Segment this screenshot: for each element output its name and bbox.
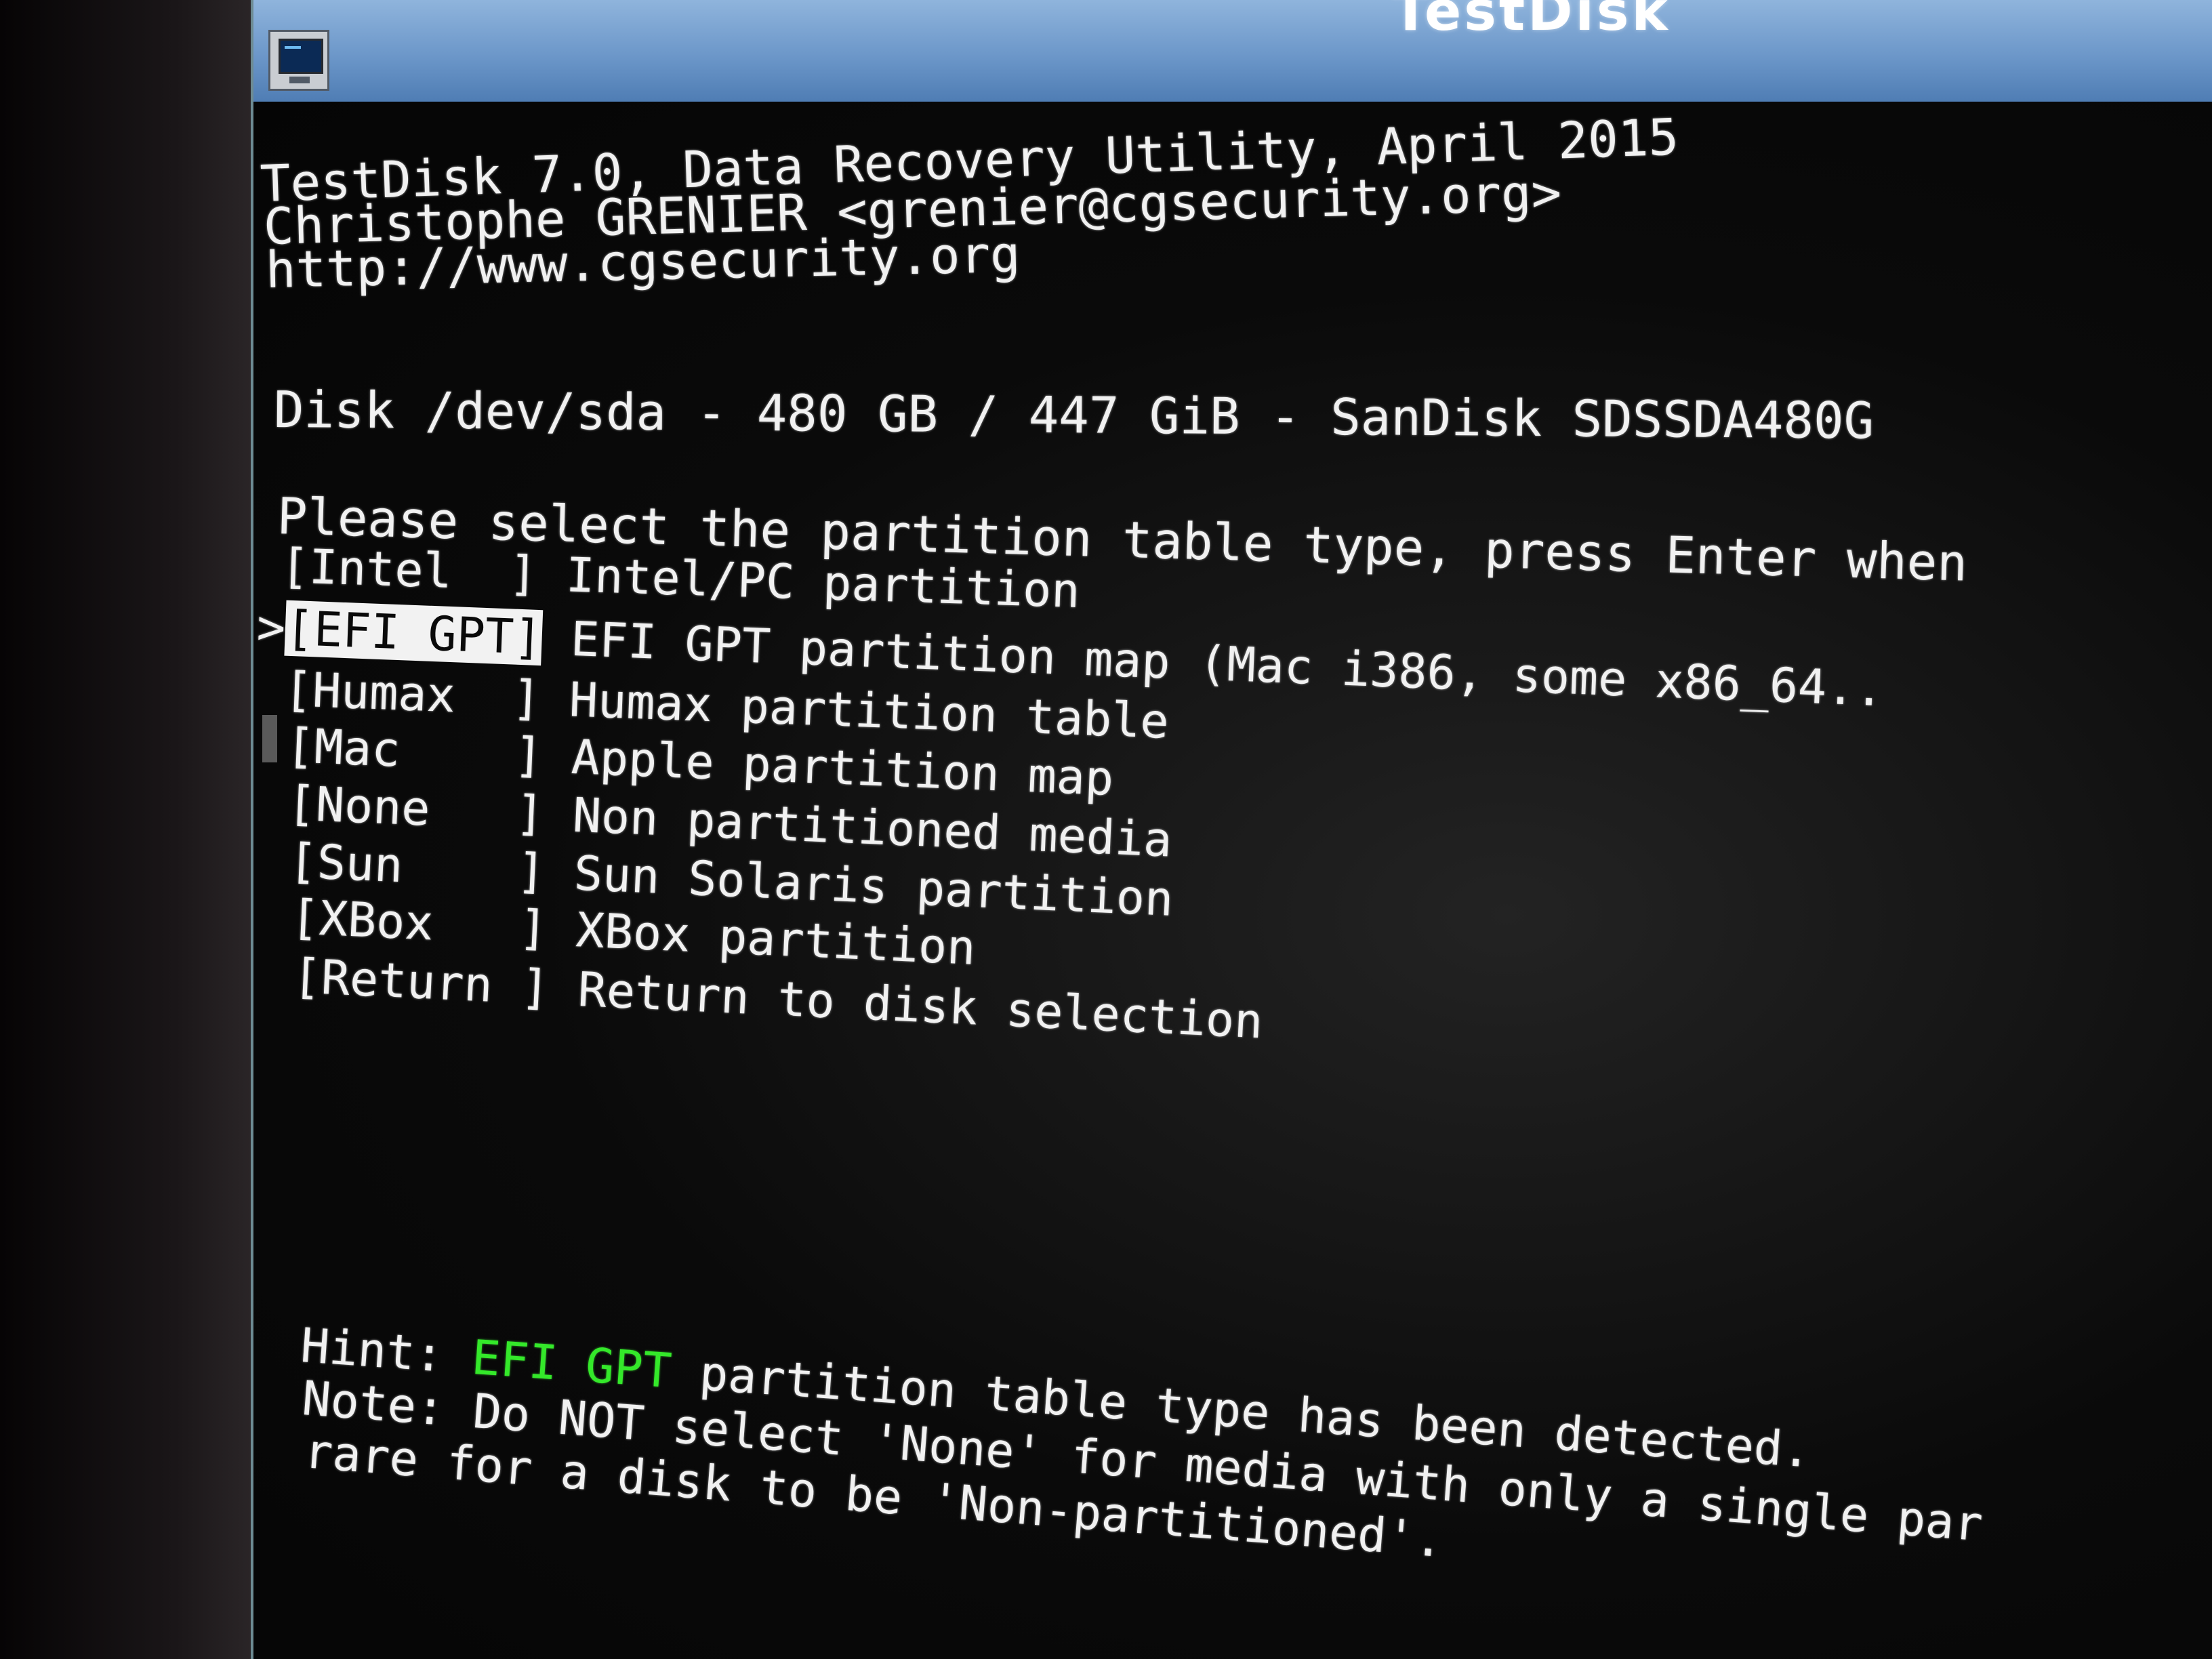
menu-item-tag: [Sun ] (287, 833, 547, 900)
menu-item-tag: [Humax ] (283, 661, 542, 726)
menu-item-tag: [Intel ] (279, 538, 539, 602)
text-cursor (262, 715, 277, 762)
menu-item-tag: [Mac ] (285, 718, 544, 784)
disk-info-line: Disk /dev/sda - 480 GB / 447 GiB - SanDi… (273, 381, 1875, 451)
terminal-window: TestDisk TestDisk 7.0, Data Recovery Uti… (251, 0, 2212, 1659)
menu-item-tag: [Return ] (291, 948, 551, 1016)
website-line: http://www.cgsecurity.org (265, 225, 1021, 300)
menu-item-tag: [None ] (286, 775, 546, 842)
monitor-bezel (0, 0, 251, 1659)
window-title: TestDisk (1392, 0, 1671, 43)
selection-pointer: > (255, 599, 287, 656)
terminal-screen[interactable]: TestDisk 7.0, Data Recovery Utility, Apr… (253, 102, 2212, 1659)
menu-item-desc: Return to disk selection (577, 961, 1265, 1050)
window-titlebar[interactable]: TestDisk (253, 0, 2212, 104)
menu-item-tag: [XBox ] (289, 889, 549, 957)
terminal-icon[interactable] (268, 30, 329, 91)
menu-item-tag-selected: [EFI GPT] (284, 600, 544, 666)
